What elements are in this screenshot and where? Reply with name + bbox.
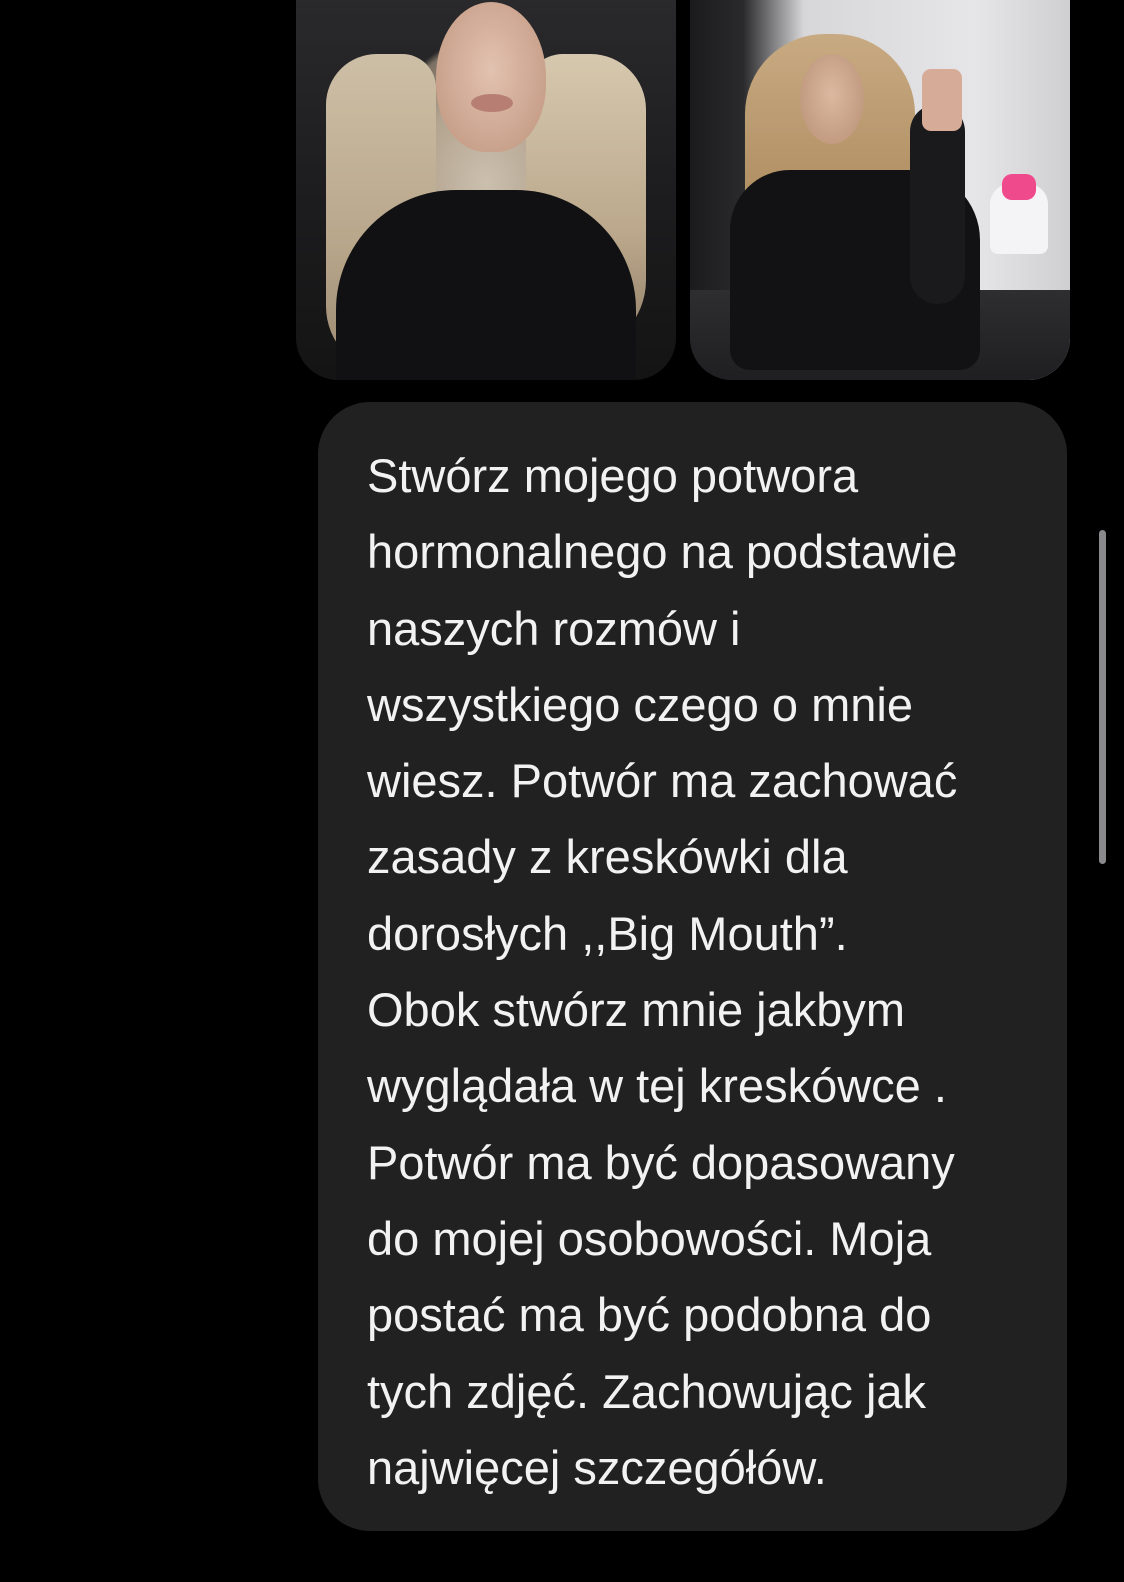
message-line: dorosłych ,,Big Mouth”. (367, 906, 848, 960)
message-line: do mojej osobowości. Moja (367, 1211, 932, 1265)
photo-detail (436, 2, 546, 152)
message-text: Stwórz mojego potwora hormonalnego na po… (367, 438, 1027, 1506)
message-line: naszych rozmów i (367, 601, 741, 655)
message-line: Potwór ma być dopasowany (367, 1135, 955, 1189)
message-line: wyglądała w tej kreskówce . (367, 1059, 947, 1113)
scrollbar-thumb[interactable] (1099, 530, 1106, 864)
photo-detail (1002, 174, 1036, 200)
message-line: tych zdjęć. Zachowując jak (367, 1364, 927, 1418)
message-line: postać ma być podobna do (367, 1288, 932, 1342)
user-message-bubble[interactable]: Stwórz mojego potwora hormonalnego na po… (318, 402, 1067, 1531)
message-line: Stwórz mojego potwora (367, 449, 859, 502)
message-line: Obok stwórz mnie jakbym (367, 983, 906, 1037)
photo-detail (922, 69, 962, 131)
attached-photo-2[interactable] (690, 0, 1070, 380)
message-line: hormonalnego na podstawie (367, 525, 958, 579)
photo-detail (910, 104, 965, 304)
photo-detail (336, 190, 636, 380)
attached-photo-1[interactable] (296, 0, 676, 380)
message-line: wiesz. Potwór ma zachować (367, 754, 958, 808)
message-line: zasady z kreskówki dla (367, 830, 848, 884)
message-line: wszystkiego czego o mnie (367, 677, 913, 731)
photo-detail (471, 94, 513, 112)
message-line: najwięcej szczegółów. (367, 1440, 827, 1494)
photo-detail (800, 54, 864, 144)
